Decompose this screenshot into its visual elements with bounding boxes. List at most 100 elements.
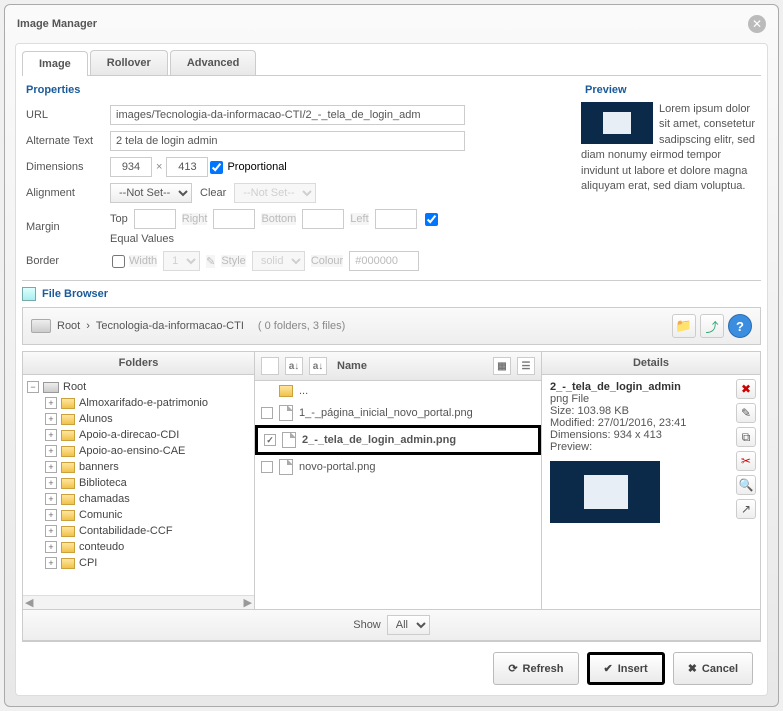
file-checkbox[interactable] [261,461,273,473]
file-icon [279,405,293,421]
view-grid-icon[interactable]: ▦ [493,357,511,375]
open-icon[interactable]: ↗ [736,499,756,519]
expand-icon[interactable]: + [45,525,57,537]
dialog-title: Image Manager [17,18,97,30]
close-icon[interactable]: ✕ [748,15,766,33]
tree-item[interactable]: +Almoxarifado-e-patrimonio [25,395,252,411]
border-label: Border [26,255,110,267]
folder-icon [61,398,75,409]
tree-item[interactable]: +banners [25,459,252,475]
show-label: Show [353,619,381,631]
dialog-footer: ⟳Refresh ✔Insert ✖Cancel [22,641,761,689]
upload-icon[interactable]: ⤴ [700,314,724,338]
equal-values-label: Equal Values [110,229,567,245]
expand-icon[interactable]: + [45,461,57,473]
file-browser-icon [22,287,36,301]
proportional-checkbox[interactable] [210,161,223,174]
expand-icon[interactable]: + [45,429,57,441]
insert-button[interactable]: ✔Insert [587,652,665,685]
sort-name-icon[interactable]: a↓ [309,357,327,375]
expand-icon[interactable]: + [45,493,57,505]
tree-item[interactable]: +chamadas [25,491,252,507]
file-row-selected[interactable]: ✓ 2_-_tela_de_login_admin.png [255,425,541,455]
copy-icon[interactable]: ⧉ [736,427,756,447]
tree-item[interactable]: +Comunic [25,507,252,523]
margin-top-input [134,209,176,229]
file-checkbox[interactable] [261,407,273,419]
tree-item[interactable]: +Contabilidade-CCF [25,523,252,539]
clear-select: --Not Set-- [234,183,316,203]
margin-bottom-input [302,209,344,229]
alt-input[interactable] [110,131,465,151]
folder-icon [61,446,75,457]
file-row[interactable]: 1_-_página_inicial_novo_portal.png [255,401,541,425]
equal-values-checkbox[interactable] [425,213,438,226]
show-filter-select[interactable]: All [387,615,430,635]
tree-root[interactable]: − Root [25,379,252,395]
expand-icon[interactable]: + [45,413,57,425]
alignment-select[interactable]: --Not Set-- [110,183,192,203]
view-list-icon[interactable]: ☰ [517,357,535,375]
file-checkbox[interactable]: ✓ [264,434,276,446]
details-body: ✖ ✎ ⧉ ✂ 🔍 ↗ 2_-_tela_de_login_admin png … [542,375,760,595]
expand-icon[interactable]: + [45,557,57,569]
expand-icon[interactable]: + [45,541,57,553]
url-input[interactable] [110,105,465,125]
files-header: a↓ a↓ Name ▦ ☰ [255,352,541,381]
crumb-folder[interactable]: Tecnologia-da-informacao-CTI [96,320,244,332]
preview-thumbnail [581,102,653,144]
tree-item[interactable]: +Biblioteca [25,475,252,491]
alt-label: Alternate Text [26,135,110,147]
url-label: URL [26,109,110,121]
delete-icon[interactable]: ✖ [736,379,756,399]
crumb-count: ( 0 folders, 3 files) [258,320,345,332]
expand-icon[interactable]: + [45,397,57,409]
tree-item[interactable]: +Apoio-a-direcao-CDI [25,427,252,443]
file-browser-heading: File Browser [22,280,761,301]
folder-icon [61,526,75,537]
border-width-label: Width [129,255,157,267]
file-row[interactable]: novo-portal.png [255,455,541,479]
help-icon[interactable]: ? [728,314,752,338]
expand-icon[interactable]: + [45,477,57,489]
expand-icon[interactable]: + [45,509,57,521]
tree-item[interactable]: +conteudo [25,539,252,555]
margin-left-input [375,209,417,229]
horizontal-scrollbar[interactable]: ◀▶ [23,595,254,609]
expand-icon[interactable]: + [45,445,57,457]
cut-icon[interactable]: ✂ [736,451,756,471]
details-size: 103.98 KB [578,405,629,417]
sort-ext-icon[interactable]: a↓ [285,357,303,375]
breadcrumb-bar: Root › Tecnologia-da-informacao-CTI ( 0 … [22,307,761,345]
border-style-select: solid [252,251,305,271]
tab-rollover[interactable]: Rollover [90,50,168,75]
crumb-root[interactable]: Root [57,320,80,332]
height-input[interactable] [166,157,208,177]
file-up[interactable]: ... [255,381,541,401]
folder-icon [61,478,75,489]
refresh-button[interactable]: ⟳Refresh [493,652,578,685]
folder-tree[interactable]: − Root +Almoxarifado-e-patrimonio+Alunos… [23,375,254,595]
border-checkbox[interactable] [112,255,125,268]
cancel-button[interactable]: ✖Cancel [673,652,753,685]
tab-image[interactable]: Image [22,51,88,76]
new-folder-icon[interactable]: 📁 [672,314,696,338]
alignment-label: Alignment [26,187,110,199]
checkbox-all[interactable] [261,357,279,375]
tree-item[interactable]: +Alunos [25,411,252,427]
folder-icon [61,542,75,553]
tree-item[interactable]: +Apoio-ao-ensino-CAE [25,443,252,459]
collapse-icon[interactable]: − [27,381,39,393]
width-input[interactable] [110,157,152,177]
file-list[interactable]: ... 1_-_página_inicial_novo_portal.png ✓… [255,381,541,601]
zoom-icon[interactable]: 🔍 [736,475,756,495]
margin-top-label: Top [110,213,128,225]
folder-icon [61,494,75,505]
margin-left-label: Left [350,213,368,225]
tree-item[interactable]: +CPI [25,555,252,571]
properties-heading: Properties [22,76,571,102]
rename-icon[interactable]: ✎ [736,403,756,423]
tab-advanced[interactable]: Advanced [170,50,257,75]
clear-label: Clear [200,187,226,199]
show-bar: Show All [22,610,761,641]
